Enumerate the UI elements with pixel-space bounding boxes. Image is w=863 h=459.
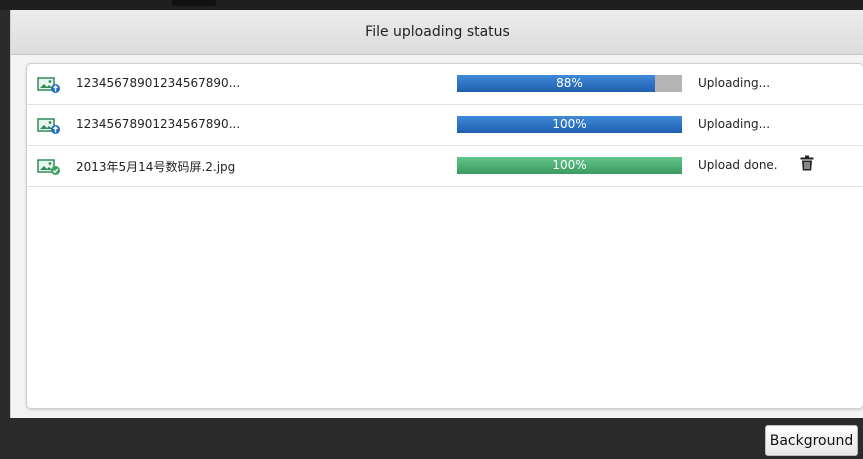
file-row: 2013年5月14号数码屏.2.jpg 100% Upload done.	[27, 146, 863, 187]
progress-label: 100%	[552, 117, 587, 131]
progress-bar: 100%	[457, 116, 682, 133]
image-file-done-icon	[37, 159, 60, 175]
progress-bar: 100%	[457, 157, 682, 174]
progress-label: 100%	[552, 158, 587, 172]
trash-icon[interactable]	[800, 155, 814, 171]
progress-label: 88%	[556, 76, 583, 90]
dialog-title: File uploading status	[365, 24, 510, 40]
file-name: 2013年5月14号数码屏.2.jpg	[76, 160, 236, 174]
upload-status: Uploading...	[698, 117, 771, 131]
upload-status: Uploading...	[698, 76, 771, 90]
dialog-title-bar: File uploading status	[11, 10, 863, 55]
background-button[interactable]: Background	[765, 425, 858, 456]
top-bar	[0, 0, 863, 10]
upload-status-dialog: File uploading status 123456789012345678…	[10, 10, 863, 418]
file-row: 12345678901234567890... 88% Uploading...	[27, 64, 863, 105]
file-row: 12345678901234567890... 100% Uploading..…	[27, 105, 863, 146]
bottom-bar	[0, 418, 863, 459]
file-name: 12345678901234567890...	[76, 76, 241, 90]
top-notch	[172, 0, 216, 6]
file-list: 12345678901234567890... 88% Uploading...…	[26, 63, 863, 409]
image-file-upload-icon	[37, 118, 60, 134]
file-name: 12345678901234567890...	[76, 117, 241, 131]
upload-status: Upload done.	[698, 158, 778, 172]
image-file-upload-icon	[37, 77, 60, 93]
progress-bar: 88%	[457, 75, 682, 92]
